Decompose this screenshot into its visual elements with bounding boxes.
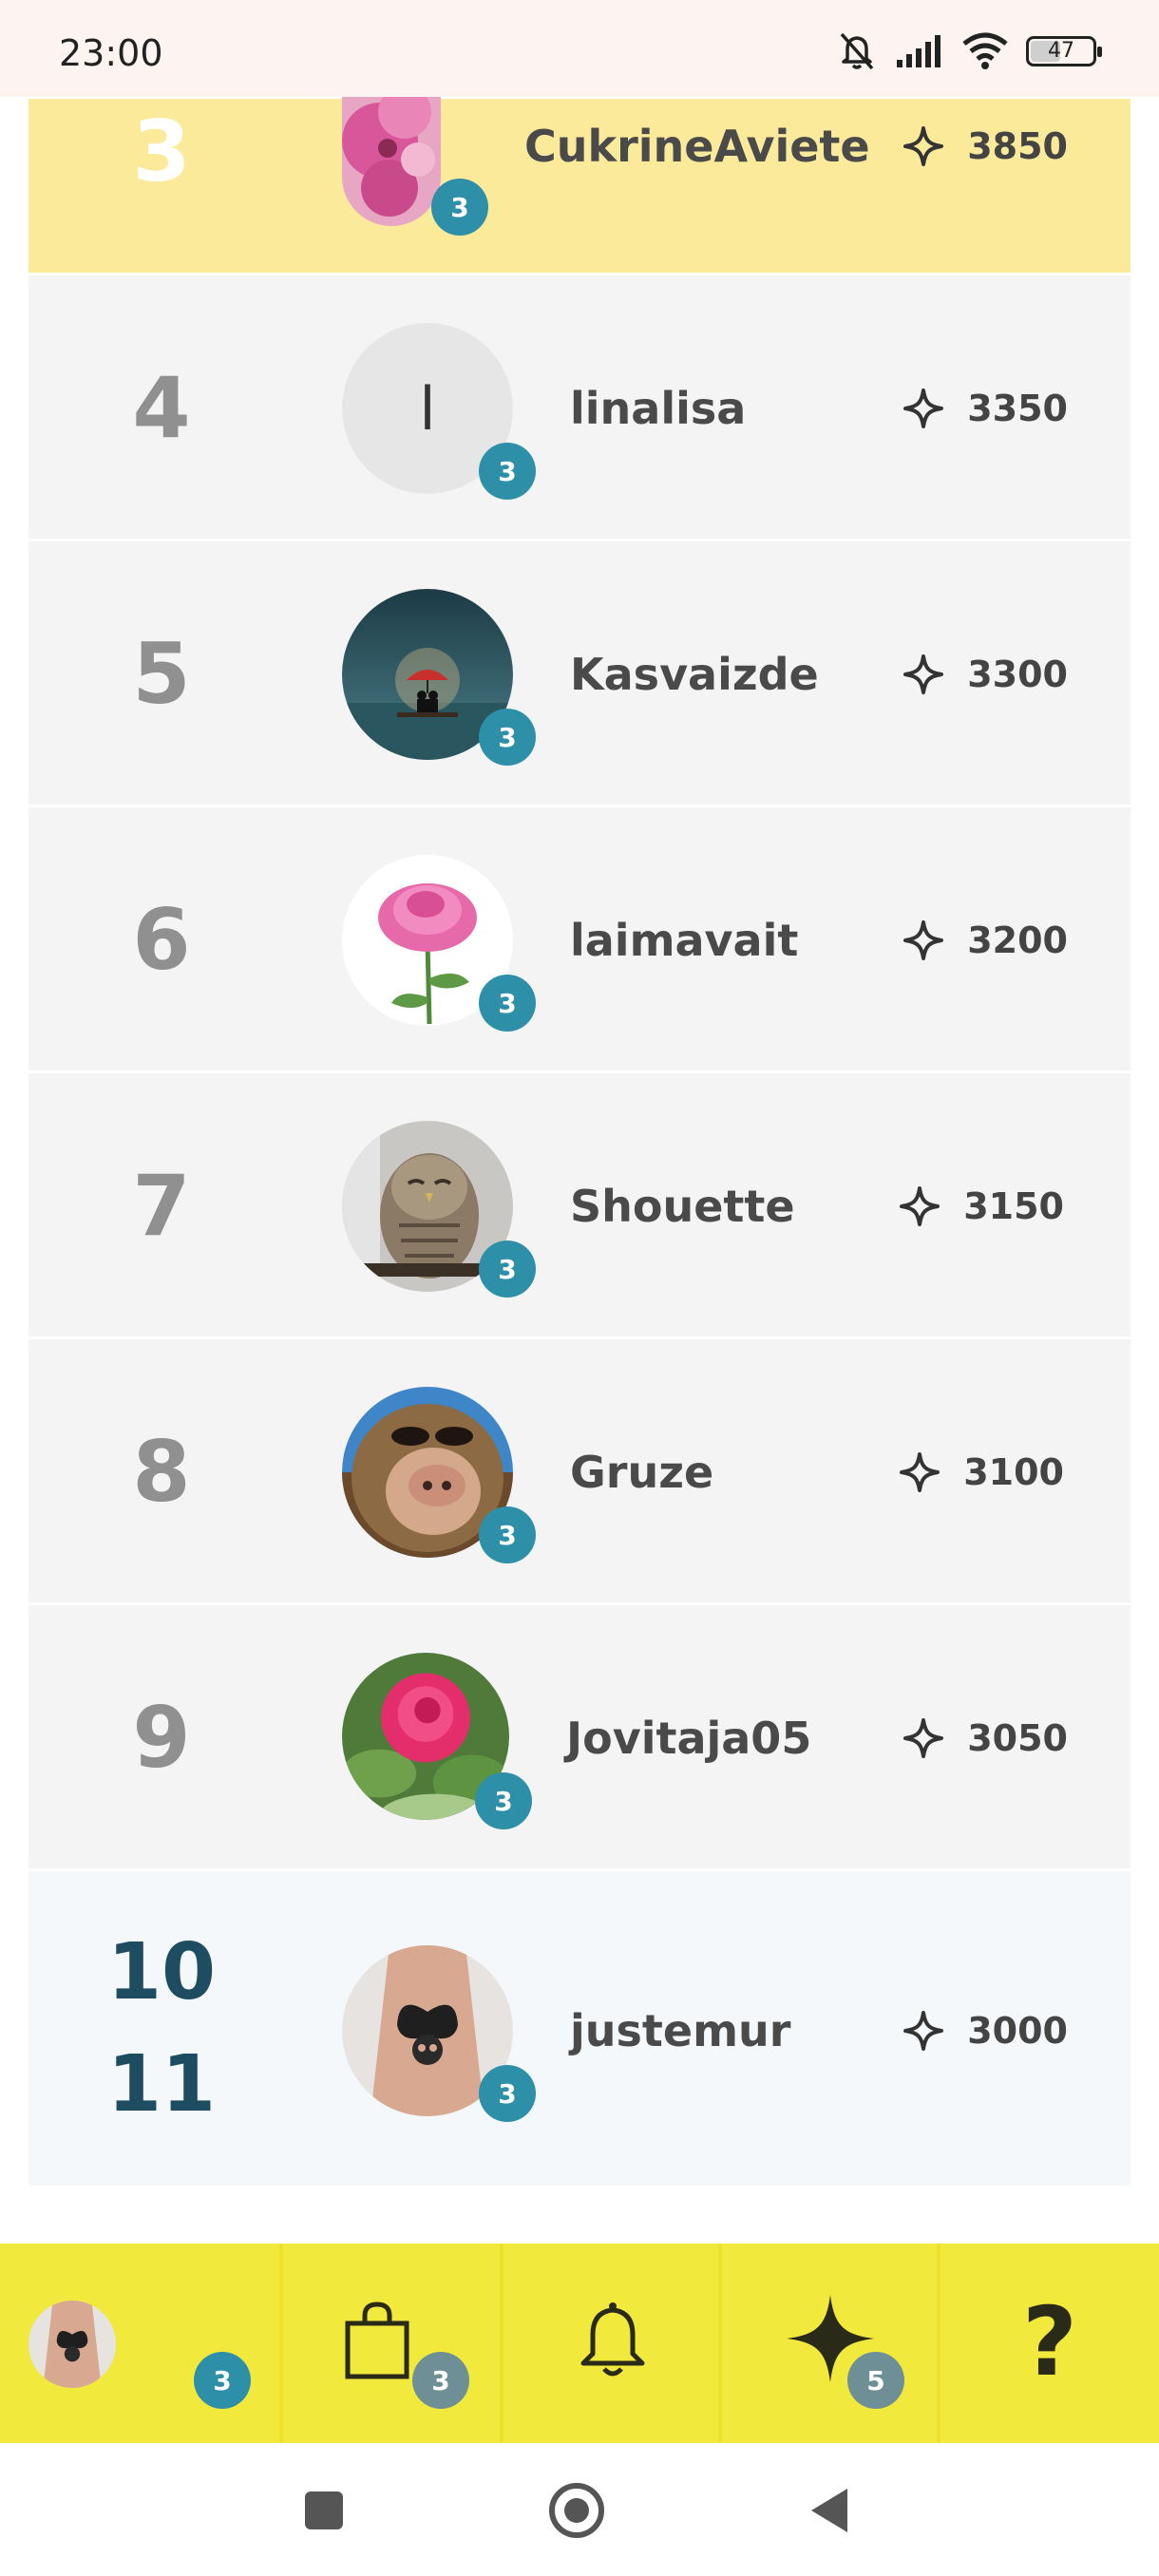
leaderboard-row-5[interactable]: 5 3 Kasvaizde 3300 (28, 541, 1130, 807)
username[interactable]: justemur (570, 2002, 790, 2059)
profile-level-badge: 3 (194, 2352, 251, 2409)
points-value: 3300 (967, 653, 1068, 695)
rank-number: 3 (132, 103, 191, 200)
shop-badge: 3 (412, 2352, 469, 2409)
recent-apps-button[interactable] (302, 2489, 346, 2532)
bell-off-icon (840, 32, 874, 70)
rank-number: 5 (132, 625, 191, 723)
points-display: 3300 (902, 650, 1068, 699)
tab-notifications[interactable] (504, 2244, 722, 2443)
points-display: 3100 (899, 1448, 1064, 1497)
tab-profile[interactable]: 3 (0, 2244, 283, 2443)
shopping-bag-icon (345, 2301, 409, 2379)
leaderboard-row-current-user[interactable]: 10 11 3 justemur 3000 (28, 1871, 1130, 2188)
leaderboard-row-8[interactable]: 8 3 Gruze 3100 (28, 1339, 1130, 1605)
home-button[interactable] (547, 2481, 606, 2540)
leaderboard-row-9[interactable]: 9 3 Jovitaja05 3050 (28, 1605, 1130, 1871)
level-badge: 3 (431, 179, 488, 236)
username[interactable]: CukrineAviete (524, 118, 870, 175)
level-badge: 3 (475, 1772, 532, 1829)
tab-help[interactable]: ? (940, 2244, 1159, 2443)
rank-number-line-1: 10 (106, 1927, 217, 2017)
level-badge: 3 (479, 443, 536, 500)
points-display: 3850 (902, 122, 1068, 171)
username[interactable]: laimavait (570, 912, 798, 969)
rank-number: 4 (132, 359, 191, 457)
sparkle-outline-icon (900, 1452, 940, 1492)
rank-number-line-2: 11 (106, 2039, 217, 2130)
points-value: 3100 (963, 1451, 1064, 1493)
level-badge: 3 (479, 1506, 536, 1563)
help-icon: ? (1022, 2286, 1078, 2397)
leaderboard-row-7[interactable]: 7 3 Shouette 3150 (28, 1073, 1130, 1339)
signal-icon (897, 35, 940, 67)
points-display: 3050 (902, 1714, 1068, 1763)
username[interactable]: linalisa (570, 380, 746, 437)
username[interactable]: Kasvaizde (570, 646, 819, 703)
sparkle-outline-icon (903, 388, 944, 428)
points-value: 3050 (967, 1717, 1068, 1759)
username[interactable]: Shouette (570, 1178, 795, 1235)
points-display: 3200 (902, 916, 1068, 965)
sparkle-outline-icon (903, 1718, 944, 1758)
points-value: 3350 (967, 388, 1068, 429)
leaderboard-row-6[interactable]: 6 3 laimavait 3200 (28, 807, 1130, 1073)
tab-shop[interactable]: 3 (283, 2244, 504, 2443)
points-display: 3000 (902, 2006, 1068, 2055)
points-value: 3850 (967, 125, 1068, 167)
level-badge: 3 (479, 1241, 536, 1297)
sparkle-outline-icon (903, 2011, 944, 2051)
rank-number: 9 (132, 1689, 191, 1787)
points-badge: 5 (847, 2352, 904, 2409)
leaderboard-row-3[interactable]: 3 3 CukrineAviete 3850 (28, 36, 1130, 275)
bottom-tab-bar: 3 3 5 ? (0, 2244, 1159, 2443)
status-time: 23:00 (59, 32, 163, 74)
battery-icon: 47 (1026, 36, 1102, 66)
username[interactable]: Jovitaja05 (566, 1710, 811, 1767)
points-display: 3150 (899, 1182, 1064, 1231)
rank-number: 6 (132, 891, 191, 989)
points-display: 3350 (902, 384, 1068, 433)
points-value: 3150 (963, 1185, 1064, 1227)
wifi-icon (962, 32, 1008, 69)
back-button[interactable] (806, 2485, 851, 2536)
rank-number: 7 (132, 1157, 191, 1255)
level-badge: 3 (479, 975, 536, 1032)
rank-number: 8 (132, 1423, 191, 1521)
sparkle-outline-icon (903, 920, 944, 960)
sparkle-outline-icon (903, 654, 944, 694)
sparkle-outline-icon (903, 126, 944, 166)
username[interactable]: Gruze (570, 1444, 713, 1501)
status-bar: 23:00 47 (0, 0, 1159, 97)
system-nav-bar (0, 2443, 1159, 2576)
status-icons: 47 (836, 28, 1102, 74)
points-value: 3200 (967, 919, 1068, 961)
points-value: 3000 (967, 2010, 1068, 2052)
profile-avatar (28, 2301, 116, 2388)
battery-level-text: 47 (1048, 39, 1074, 63)
level-badge: 3 (479, 2065, 536, 2122)
leaderboard-screen: 3 3 CukrineAviete 3850 4 l 3 linalisa 33… (0, 0, 1159, 2576)
rank-number: 10 11 (28, 1917, 294, 2141)
sparkle-outline-icon (900, 1186, 940, 1226)
bell-icon (580, 2302, 645, 2377)
level-badge: 3 (479, 709, 536, 766)
tab-points[interactable]: 5 (722, 2244, 940, 2443)
leaderboard-row-4[interactable]: 4 l 3 linalisa 3350 (28, 275, 1130, 541)
